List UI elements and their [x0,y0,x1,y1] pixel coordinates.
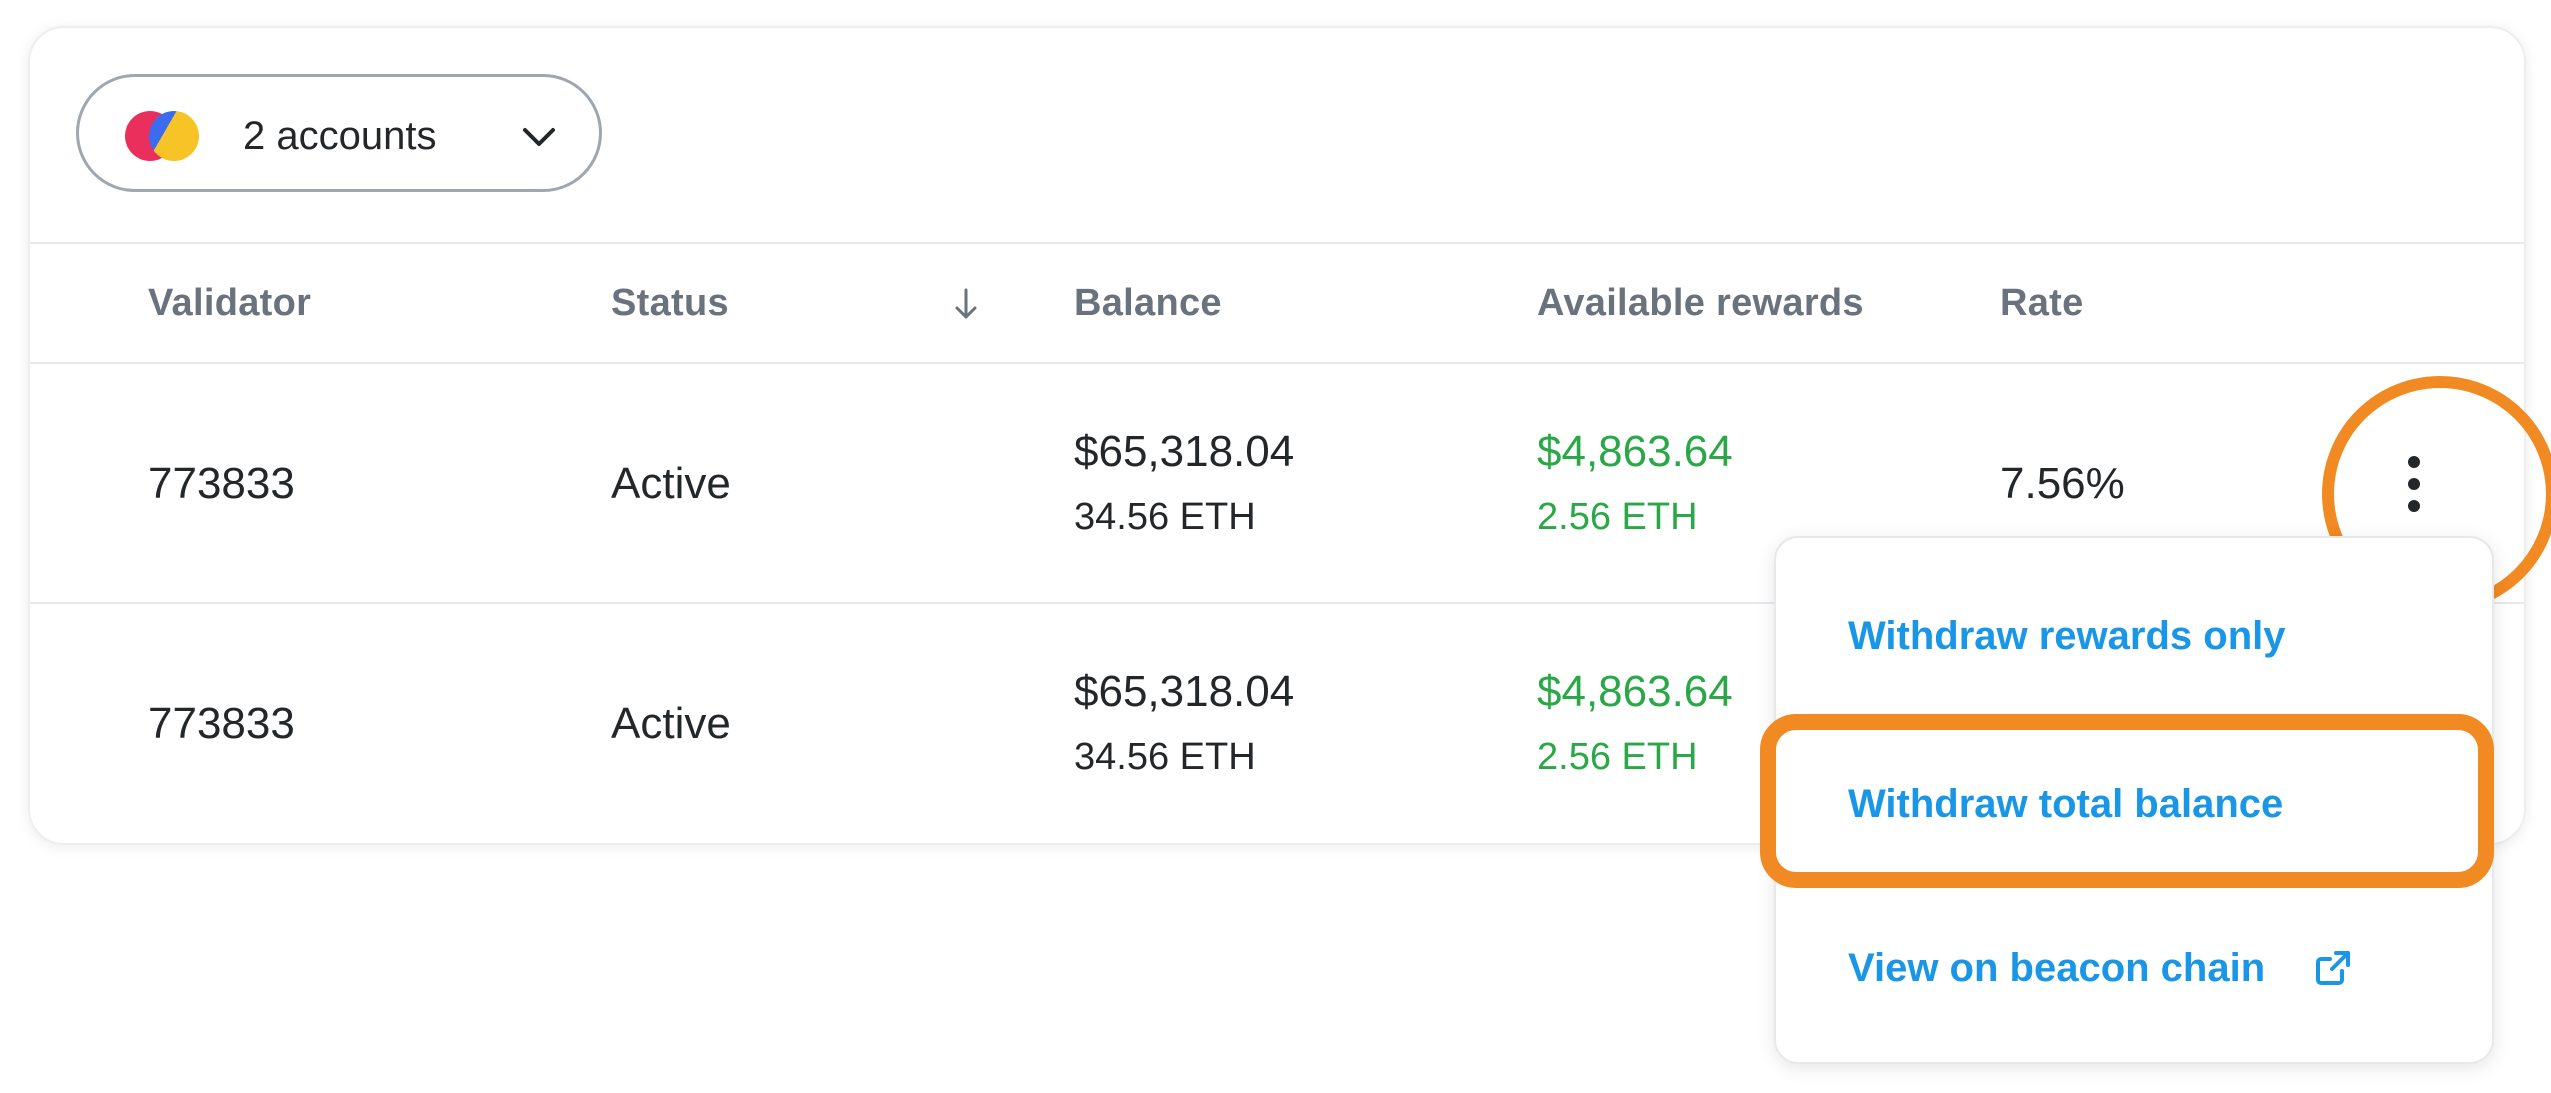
balance-usd: $65,318.04 [1074,667,1295,716]
validator-rate: 7.56% [2000,459,2125,508]
validator-status: Active [611,459,731,508]
column-header-available-rewards[interactable]: Available rewards [1537,280,1864,326]
menu-item-highlight [1760,714,2494,888]
header-divider [30,242,2524,244]
more-options-icon[interactable] [2402,456,2426,512]
avatar [149,111,199,161]
account-avatars [125,111,201,163]
menu-item-view-on-beacon-chain[interactable]: View on beacon chain [1848,944,2265,992]
account-selector-button[interactable]: 2 accounts [76,74,602,192]
balance-usd: $65,318.04 [1074,427,1295,476]
account-selector-label: 2 accounts [243,114,437,158]
arrow-down-icon[interactable] [950,286,982,322]
rewards-usd: $4,863.64 [1537,667,1733,716]
balance-eth: 34.56 ETH [1074,496,1256,538]
external-link-icon[interactable] [2312,947,2354,989]
validator-id: 773833 [148,699,295,748]
row-divider [30,362,2524,364]
balance-eth: 34.56 ETH [1074,736,1256,778]
chevron-down-icon [523,128,555,146]
column-header-rate[interactable]: Rate [2000,280,2084,326]
validator-id: 773833 [148,459,295,508]
rewards-usd: $4,863.64 [1537,427,1733,476]
column-header-status[interactable]: Status [611,280,729,326]
rewards-eth: 2.56 ETH [1537,736,1698,778]
column-header-validator[interactable]: Validator [148,280,311,326]
column-header-balance[interactable]: Balance [1074,280,1222,326]
menu-item-withdraw-rewards[interactable]: Withdraw rewards only [1848,612,2286,660]
validator-status: Active [611,699,731,748]
rewards-eth: 2.56 ETH [1537,496,1698,538]
